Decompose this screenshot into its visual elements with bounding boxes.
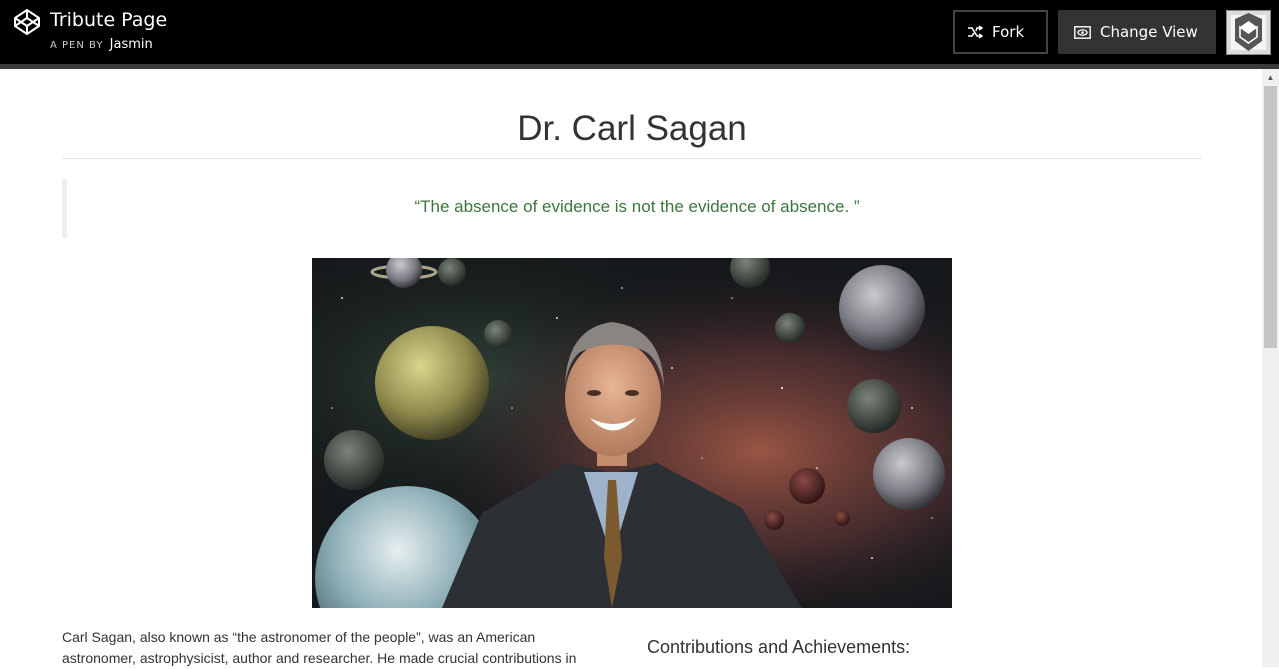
fork-label: Fork — [992, 23, 1025, 41]
scroll-up-arrow-icon[interactable]: ▲ — [1262, 69, 1279, 86]
author-link[interactable]: Jasmin — [110, 37, 153, 52]
vertical-scrollbar[interactable]: ▲ — [1262, 69, 1279, 667]
page-title: Dr. Carl Sagan — [517, 109, 747, 148]
title-divider — [62, 158, 1202, 159]
change-view-label: Change View — [1100, 23, 1198, 41]
user-avatar-icon[interactable] — [1226, 10, 1271, 55]
scroll-thumb[interactable] — [1264, 86, 1277, 348]
eye-icon — [1074, 25, 1091, 39]
pen-header: Tribute Page A PEN BY Jasmin Fork Change… — [0, 0, 1279, 69]
tribute-content: Dr. Carl Sagan “The absence of evidence … — [0, 69, 1262, 667]
pen-byline: A PEN BY Jasmin — [50, 37, 153, 54]
tribute-photo — [312, 258, 952, 608]
quote-block: “The absence of evidence is not the evid… — [62, 179, 1202, 238]
bio-paragraph: Carl Sagan, also known as “the astronome… — [62, 629, 577, 666]
codepen-logo-icon[interactable] — [14, 9, 40, 35]
fork-icon — [968, 25, 983, 39]
fork-button[interactable]: Fork — [953, 10, 1048, 54]
quote-text: “The absence of evidence is not the evid… — [414, 197, 860, 216]
contributions-heading: Contributions and Achievements: — [647, 637, 911, 657]
byline-prefix: A PEN BY — [50, 40, 104, 51]
pen-title[interactable]: Tribute Page — [50, 8, 167, 32]
change-view-button[interactable]: Change View — [1058, 10, 1216, 54]
